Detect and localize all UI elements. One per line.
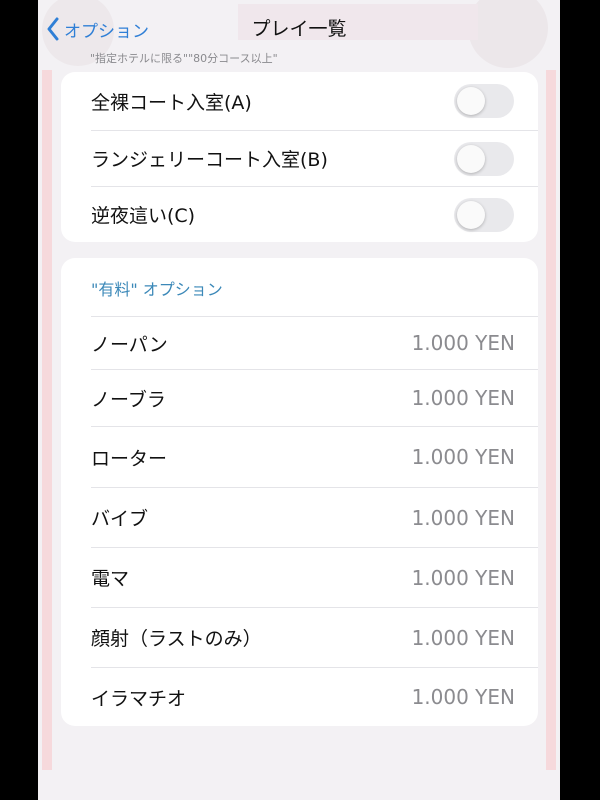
option-price: 1.000 YEN	[411, 505, 515, 530]
list-item: 顔射（ラストのみ） 1.000 YEN	[61, 608, 538, 667]
toggle-knob	[457, 144, 485, 173]
list-item: イラマチオ 1.000 YEN	[61, 668, 538, 726]
option-price: 1.000 YEN	[411, 386, 515, 410]
option-price: 1.000 YEN	[411, 625, 515, 650]
list-item: ノーパン 1.000 YEN	[61, 317, 538, 369]
list-item: バイブ 1.000 YEN	[61, 488, 538, 547]
toggle-knob	[457, 87, 485, 115]
toggle-options-card: 全裸コート入室(A) ランジェリーコート入室(B) 逆夜這い(C)	[61, 72, 538, 242]
option-price: 1.000 YEN	[411, 445, 515, 469]
toggle-knob	[457, 200, 485, 229]
section-header: "有料" オプション	[91, 280, 223, 299]
page-subtitle: "指定ホテルに限る""80分コース以上"	[90, 52, 278, 65]
option-label: 電マ	[91, 568, 130, 590]
option-price: 1.000 YEN	[411, 565, 515, 590]
toggle-label: ランジェリーコート入室(B)	[91, 149, 328, 171]
toggle-switch[interactable]	[454, 141, 514, 176]
option-label: バイブ	[91, 508, 149, 530]
toggle-label: 全裸コート入室(A)	[91, 91, 252, 114]
list-item: ノーブラ 1.000 YEN	[61, 370, 538, 426]
toggle-switch[interactable]	[454, 84, 514, 118]
toggle-row: ランジェリーコート入室(B)	[61, 131, 538, 186]
option-label: 顔射（ラストのみ）	[91, 628, 262, 650]
toggle-row: 全裸コート入室(A)	[61, 72, 538, 130]
list-item: 電マ 1.000 YEN	[61, 548, 538, 607]
option-label: イラマチオ	[91, 687, 187, 710]
option-label: ノーブラ	[91, 388, 166, 411]
toggle-switch[interactable]	[454, 197, 514, 232]
paid-options-card: "有料" オプション ノーパン 1.000 YEN ノーブラ 1.000 YEN…	[61, 258, 538, 726]
toggle-row: 逆夜這い(C)	[61, 187, 538, 242]
navigation-bar: オプション プレイ一覧 "指定ホテルに限る""80分コース以上"	[38, 0, 560, 65]
list-item: ローター 1.000 YEN	[61, 427, 538, 487]
option-price: 1.000 YEN	[411, 331, 515, 355]
page-title: プレイ一覧	[251, 18, 347, 40]
toggle-label: 逆夜這い(C)	[91, 205, 196, 227]
app-screen: オプション プレイ一覧 "指定ホテルに限る""80分コース以上" 全裸コート入室…	[38, 0, 560, 800]
option-label: ローター	[91, 447, 168, 470]
option-label: ノーパン	[91, 333, 168, 356]
option-price: 1.000 YEN	[411, 685, 515, 709]
